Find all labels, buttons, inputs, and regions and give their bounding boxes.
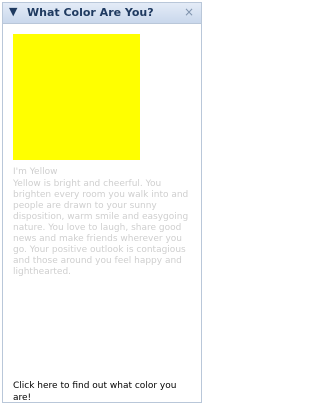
result-description: Yellow is bright and cheerful. You brigh… bbox=[13, 179, 189, 277]
widget-title: What Color Are You? bbox=[27, 6, 154, 19]
find-your-color-link[interactable]: Click here to find out what color you ar… bbox=[13, 380, 195, 404]
close-icon[interactable]: × bbox=[184, 6, 195, 18]
result-block: I'm Yellow Yellow is bright and cheerful… bbox=[13, 167, 191, 278]
collapse-triangle-icon[interactable]: ▼ bbox=[9, 6, 21, 18]
widget-titlebar: ▼ What Color Are You? × bbox=[3, 3, 201, 24]
result-heading: I'm Yellow bbox=[13, 167, 58, 177]
color-quiz-widget: ▼ What Color Are You? × I'm Yellow Yello… bbox=[2, 2, 202, 403]
color-swatch bbox=[13, 34, 140, 160]
